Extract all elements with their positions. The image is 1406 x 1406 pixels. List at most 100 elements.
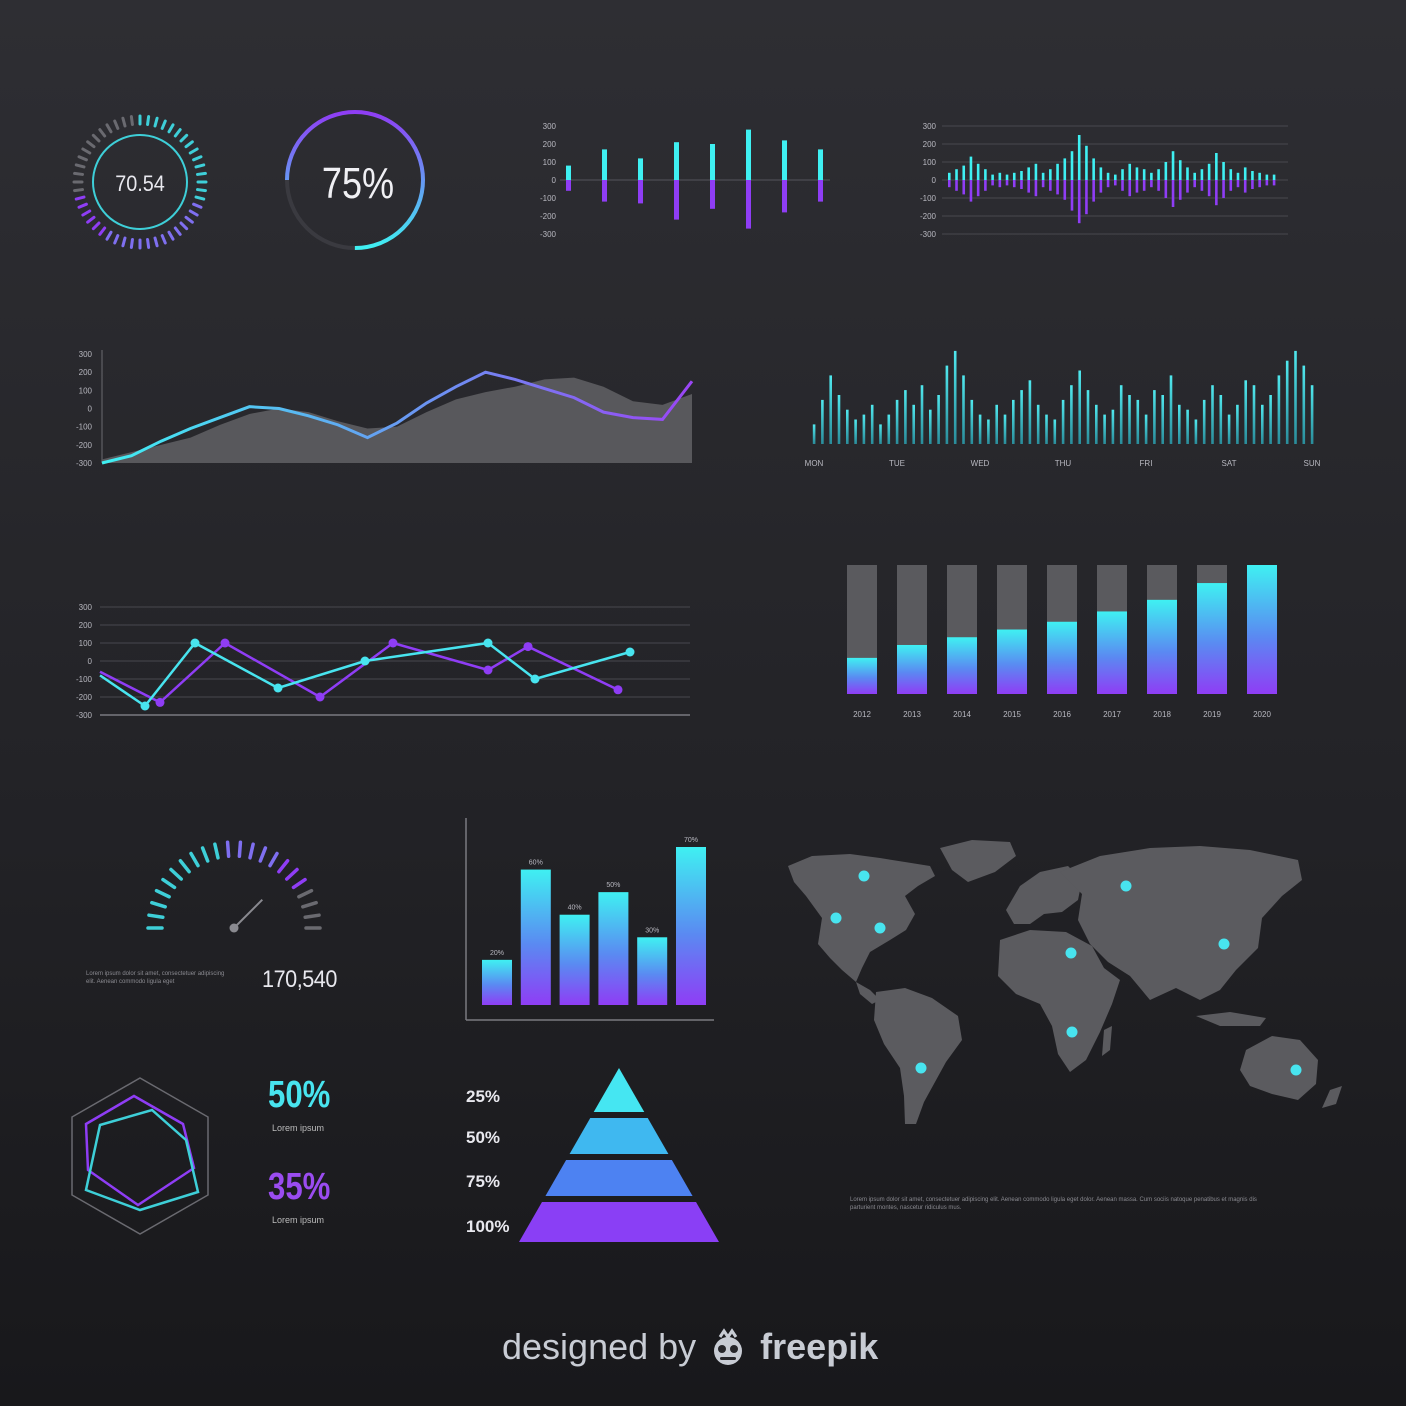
waveform-tick-label: 0: [932, 176, 937, 185]
percent-bar: [598, 892, 629, 1005]
waveform-bar-up: [976, 163, 980, 180]
waveform-tick-label: -300: [920, 230, 937, 239]
map-greenland: [940, 840, 1016, 882]
purple-series-point: [523, 642, 533, 652]
weekly-bar: [1161, 395, 1164, 444]
waveform-tick-label: 100: [923, 158, 937, 167]
ring-gauge-tick: [184, 140, 194, 149]
waveform-bar-down: [1186, 180, 1189, 193]
weekly-bar: [1012, 399, 1015, 444]
purple-series-point: [315, 692, 325, 702]
weekly-bar: [1144, 414, 1148, 444]
waveform-bar-down: [1171, 180, 1175, 207]
hexagon-radar: [71, 1077, 209, 1235]
weekly-bar: [887, 414, 891, 444]
percent-bar-label: 70%: [684, 837, 698, 844]
ring-gauge-value: 70.54: [115, 172, 165, 196]
speedometer-tick: [277, 859, 290, 874]
weekly-bar: [970, 399, 974, 444]
speedometer-tick: [258, 846, 268, 863]
waveform-bar-down: [1222, 180, 1225, 198]
weekly-tick-label: SUN: [1304, 459, 1321, 468]
waveform-bar-up: [1251, 171, 1254, 180]
dual-line-tick-label: 100: [79, 639, 93, 648]
radar-series-cyan: [84, 1108, 200, 1212]
waveform-bar-down: [1215, 180, 1218, 206]
waveform-bar-up: [1063, 158, 1067, 180]
waveform-tick-label: -200: [920, 212, 937, 221]
credit-line[interactable]: designed by freepik: [502, 1326, 878, 1368]
waveform-bar-up: [1157, 169, 1160, 180]
yearly-tick-label: 2018: [1153, 710, 1171, 719]
weekly-bar: [953, 350, 957, 444]
purple-series-line: [99, 641, 619, 704]
ring-gauge-tick: [192, 155, 203, 162]
purple-series-point: [220, 638, 230, 648]
freepik-logo-icon: [714, 1328, 743, 1365]
waveform-bar-down: [1207, 180, 1211, 197]
waveform-bar-down: [1092, 180, 1095, 202]
weekly-tick-label: FRI: [1140, 459, 1153, 468]
dual-line-tick-label: -100: [76, 675, 93, 684]
waveform-bar-up: [1034, 163, 1038, 180]
ring-gauge-tick: [184, 215, 194, 224]
weekly-bar: [812, 424, 816, 444]
weekly-bar: [862, 414, 866, 444]
weekly-bar: [879, 424, 882, 444]
cyan-series-point: [625, 647, 635, 657]
ring-gauge-tick: [91, 221, 101, 231]
area-line-tick-label: 200: [79, 368, 93, 377]
weekly-bar: [1194, 419, 1198, 444]
percent-bar-label: 20%: [490, 950, 504, 957]
weekly-bar: [1236, 404, 1239, 444]
weekly-bar: [962, 375, 965, 444]
map-marker-russia: [1120, 880, 1132, 892]
waveform-bar-down: [1034, 180, 1038, 197]
weekly-bar: [937, 395, 940, 444]
ring-gauge-tick: [113, 234, 120, 245]
bipolar-bar-chart: 300 200 100 0 -100 -200 -300: [540, 122, 830, 239]
waveform-bar-down: [1265, 180, 1269, 186]
waveform-bar-down: [1135, 180, 1139, 193]
weekly-bar: [1070, 385, 1073, 444]
yearly-bar: [847, 657, 877, 694]
weekly-bar-chart: MON TUE WED THU FRI SAT SUN: [805, 350, 1321, 468]
pyramid-level: [545, 1160, 693, 1196]
weekly-bar: [1202, 399, 1206, 444]
bipolar-bar-up: [566, 165, 571, 180]
waveform-bar-up: [1020, 171, 1023, 180]
bipolar-tick-label: 300: [543, 122, 557, 131]
waveform-bar-down: [1243, 180, 1247, 193]
dual-line-chart: 300 200 100 0 -100 -200 -300: [76, 603, 690, 720]
weekly-bar: [1028, 380, 1032, 444]
map-south-america: [874, 988, 962, 1124]
speedometer-tick: [301, 900, 318, 909]
waveform-bar-up: [1027, 167, 1030, 180]
map-new-zealand: [1322, 1086, 1342, 1108]
waveform-bar-up: [1056, 163, 1059, 180]
map-caption: Lorem ipsum dolor sit amet, consectetuer…: [850, 1197, 1257, 1211]
purple-series-point: [483, 665, 493, 675]
ring-gauge-tick: [77, 202, 88, 209]
waveform-bar-up: [1200, 169, 1204, 180]
weekly-bar: [1136, 399, 1140, 444]
yearly-bar: [897, 644, 927, 694]
waveform-bar-up: [991, 174, 994, 180]
waveform-bar-up: [1171, 151, 1175, 180]
ring-gauge-tick: [74, 163, 86, 169]
waveform-bar-down: [1164, 180, 1168, 198]
waveform-bar-up: [1077, 135, 1081, 180]
area-line-chart: 300 200 100 0 -100 -200 -300: [76, 350, 694, 468]
ring-gauge-tick: [105, 230, 113, 241]
yearly-tick-label: 2016: [1053, 710, 1071, 719]
weekly-bar: [1153, 390, 1156, 444]
ring-gauge-tick: [86, 140, 96, 149]
yearly-tick-label: 2013: [903, 710, 921, 719]
percent-bar: [676, 847, 706, 1005]
cyan-series-point: [483, 638, 493, 648]
weekly-bar: [1095, 404, 1098, 444]
weekly-bar: [1128, 395, 1131, 444]
area-line-tick-label: 300: [79, 350, 93, 359]
credit-brand: freepik: [760, 1326, 879, 1367]
dual-line-tick-label: -200: [76, 693, 93, 702]
